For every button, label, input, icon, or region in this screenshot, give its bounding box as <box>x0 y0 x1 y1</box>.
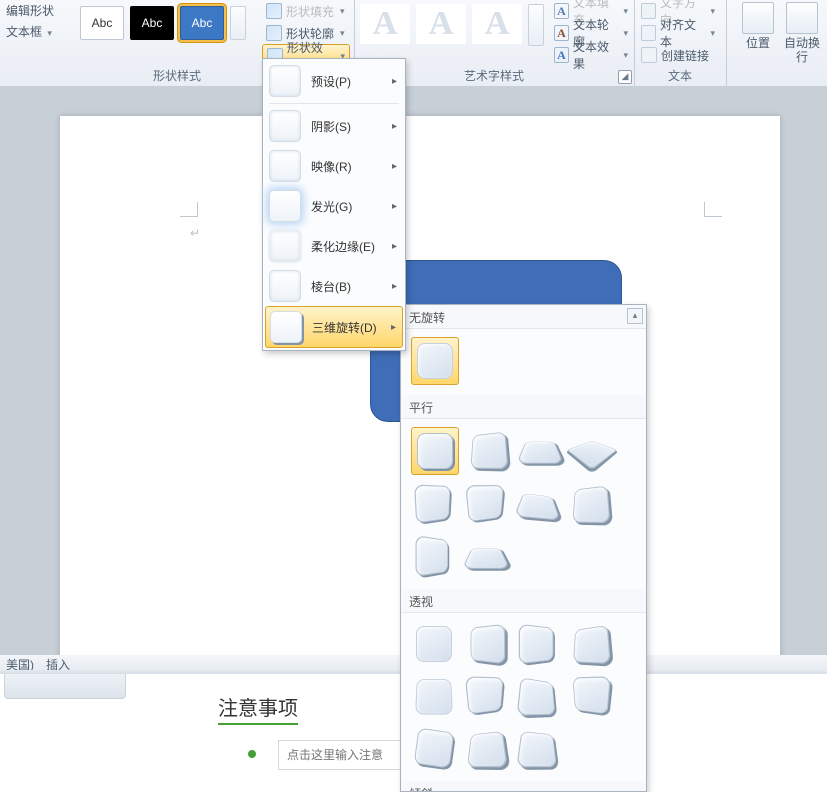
menu-glow[interactable]: 发光(G) ▸ <box>265 186 403 226</box>
bevel-icon <box>269 270 301 302</box>
rotation-perspective-3[interactable] <box>515 621 561 667</box>
rotation-parallel-3[interactable] <box>517 427 563 473</box>
gallery-section-no-rotation: 无旋转 <box>401 305 646 329</box>
rotation-parallel-10[interactable] <box>463 533 509 579</box>
rotation-perspective-7[interactable] <box>515 673 561 719</box>
rotation-parallel-6[interactable] <box>463 481 509 527</box>
rotation-perspective-11[interactable] <box>515 725 561 771</box>
rotation-none[interactable] <box>411 337 459 385</box>
rotation3d-gallery: ▴ 无旋转 平行 透视 倾斜 <box>400 304 647 792</box>
submenu-arrow-icon: ▸ <box>392 201 397 212</box>
menu-preset[interactable]: 预设(P) ▸ <box>265 61 403 101</box>
ribbon: 编辑形状 文本框 ▾ Abc Abc Abc 形状填充▾ 形状轮廓▾ 形状效果▾… <box>0 0 827 87</box>
submenu-arrow-icon: ▸ <box>391 322 396 333</box>
bullet-icon <box>248 750 256 758</box>
group-text: 文本 <box>634 0 727 86</box>
position-button[interactable]: 位置 <box>736 2 780 50</box>
menu-3d-rotation[interactable]: 三维旋转(D) ▸ <box>265 306 403 348</box>
shape-effects-menu: 预设(P) ▸ 阴影(S) ▸ 映像(R) ▸ 发光(G) ▸ 柔化边缘(E) … <box>262 58 406 351</box>
auto-wrap-button[interactable]: 自动换行 <box>780 2 824 64</box>
group-text-label: 文本 <box>634 67 726 84</box>
gallery-section-perspective: 透视 <box>401 589 646 613</box>
panel-resize-handle[interactable] <box>4 674 126 699</box>
rotation-parallel-4[interactable] <box>569 427 615 473</box>
rotation-parallel-1[interactable] <box>411 427 459 475</box>
submenu-arrow-icon: ▸ <box>392 121 397 132</box>
margin-mark-tr <box>698 202 722 226</box>
rotation-parallel-7[interactable] <box>515 481 561 527</box>
group-wordart-launcher[interactable]: ◢ <box>618 70 632 84</box>
gallery-section-parallel: 平行 <box>401 395 646 419</box>
rotation3d-icon <box>270 311 302 343</box>
rotation-parallel-9[interactable] <box>411 533 457 579</box>
menu-reflection[interactable]: 映像(R) ▸ <box>265 146 403 186</box>
rotation-perspective-10[interactable] <box>463 725 509 771</box>
rotation-perspective-6[interactable] <box>463 673 509 719</box>
position-icon <box>742 2 774 34</box>
reflection-icon <box>269 150 301 182</box>
rotation-perspective-4[interactable] <box>567 621 613 667</box>
menu-soft-edges[interactable]: 柔化边缘(E) ▸ <box>265 226 403 266</box>
submenu-arrow-icon: ▸ <box>392 161 397 172</box>
auto-wrap-icon <box>786 2 818 34</box>
menu-shadow[interactable]: 阴影(S) ▸ <box>265 106 403 146</box>
gallery-perspective-row <box>401 613 646 781</box>
rotation-parallel-2[interactable] <box>465 427 511 473</box>
gallery-section-tilt: 倾斜 <box>401 781 646 792</box>
menu-bevel[interactable]: 棱台(B) ▸ <box>265 266 403 306</box>
soft-edges-icon <box>269 230 301 262</box>
rotation-perspective-1[interactable] <box>411 621 457 667</box>
submenu-arrow-icon: ▸ <box>392 76 397 87</box>
menu-separator <box>269 103 399 104</box>
paragraph-mark: ↵ <box>190 226 200 240</box>
submenu-arrow-icon: ▸ <box>392 241 397 252</box>
rotation-perspective-2[interactable] <box>463 621 509 667</box>
glow-icon <box>269 190 301 222</box>
notes-title: 注意事项 <box>218 692 298 725</box>
margin-mark-tl <box>180 202 204 226</box>
gallery-scroll-up[interactable]: ▴ <box>627 308 643 324</box>
shadow-icon <box>269 110 301 142</box>
preset-icon <box>269 65 301 97</box>
rotation-parallel-8[interactable] <box>567 481 613 527</box>
rotation-perspective-5[interactable] <box>411 673 457 719</box>
submenu-arrow-icon: ▸ <box>392 281 397 292</box>
rotation-perspective-8[interactable] <box>567 673 613 719</box>
rotation-perspective-9[interactable] <box>411 725 457 771</box>
gallery-parallel-row <box>401 419 646 589</box>
rotation-parallel-5[interactable] <box>411 481 457 527</box>
